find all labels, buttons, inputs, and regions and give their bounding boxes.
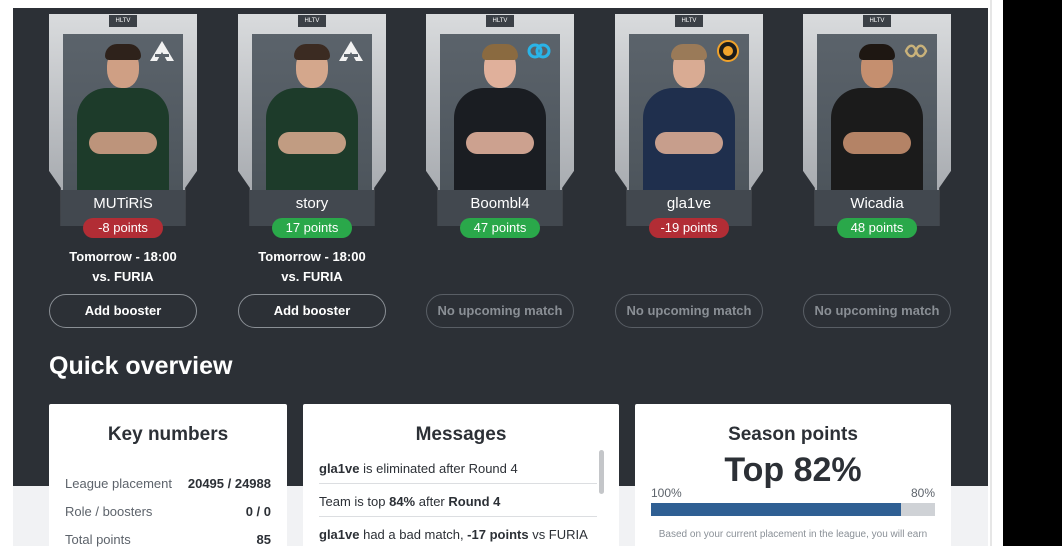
message-item: gla1ve is eliminated after Round 4 (319, 461, 599, 476)
season-points-headline: Top 82% (724, 451, 862, 489)
message-player: gla1ve (319, 527, 360, 542)
total-points-label: Total points (65, 532, 131, 547)
points-badge: -8 points (83, 218, 163, 238)
hltv-badge: HLTV (486, 15, 514, 27)
hltv-badge: HLTV (298, 15, 326, 27)
player-photo (629, 34, 749, 190)
messages-title: Messages (415, 424, 507, 445)
player-photo (252, 34, 372, 190)
message-round: Round 4 (448, 494, 501, 509)
messages-scrollbar[interactable] (599, 450, 604, 494)
points-badge: 48 points (837, 218, 917, 238)
league-placement-label: League placement (65, 476, 172, 491)
key-numbers-panel: Key numbers League placement 20495 / 249… (49, 404, 287, 554)
league-placement-row: League placement 20495 / 24988 (65, 476, 271, 496)
season-progress-bar (651, 503, 935, 516)
message-text: Team is top (319, 494, 390, 509)
add-booster-button[interactable]: Add booster (238, 294, 386, 328)
player-figure (825, 40, 929, 190)
add-booster-button[interactable]: Add booster (49, 294, 197, 328)
total-points-row: Total points 85 (65, 532, 271, 552)
window-edge (1003, 0, 1062, 546)
hltv-badge: HLTV (109, 15, 137, 27)
next-match-info: Tomorrow - 18:00 vs. FURIA (69, 249, 177, 284)
points-badge: 47 points (460, 218, 540, 238)
hltv-badge: HLTV (863, 15, 891, 27)
total-points-value: 85 (256, 532, 271, 547)
no-upcoming-match-button[interactable]: No upcoming match (803, 294, 951, 328)
player-name: story (295, 195, 329, 212)
message-percent: 84% (389, 494, 416, 509)
message-divider (319, 516, 597, 517)
no-upcoming-match-button[interactable]: No upcoming match (615, 294, 763, 328)
progress-right-label: 80% (910, 486, 935, 500)
player-figure (71, 40, 175, 190)
messages-panel: Messages gla1ve is eliminated after Roun… (303, 404, 619, 554)
season-points-panel: Season points Top 82% 100% 80% Based on … (635, 404, 951, 554)
page-border (990, 0, 992, 546)
player-figure (260, 40, 364, 190)
player-photo (440, 34, 560, 190)
league-placement-value: 20495 / 24988 (187, 476, 271, 491)
season-progress-fill (651, 503, 901, 516)
message-text: had a bad match, (359, 527, 468, 542)
message-points: -17 points (467, 527, 529, 542)
message-text: after (415, 494, 449, 509)
key-numbers-title: Key numbers (107, 424, 229, 445)
player-figure (448, 40, 552, 190)
next-match-info: Tomorrow - 18:00 vs. FURIA (258, 249, 366, 284)
points-badge: -19 points (649, 218, 729, 238)
message-item: Team is top 84% after Round 4 (319, 494, 599, 509)
player-photo (817, 34, 937, 190)
no-upcoming-match-button[interactable]: No upcoming match (426, 294, 574, 328)
player-figure (637, 40, 741, 190)
hltv-badge: HLTV (675, 15, 703, 27)
message-text: vs FURIA (528, 527, 588, 542)
player-name: Wicadia (850, 195, 904, 212)
points-badge: 17 points (272, 218, 352, 238)
message-text: is eliminated after Round 4 (359, 461, 518, 476)
season-points-note: Based on your current placement in the l… (658, 529, 928, 540)
message-divider (319, 483, 597, 484)
season-points-title: Season points (728, 424, 858, 445)
role-boosters-row: Role / boosters 0 / 0 (65, 504, 271, 524)
progress-left-label: 100% (651, 486, 682, 500)
role-boosters-value: 0 / 0 (245, 504, 271, 519)
message-player: gla1ve (319, 461, 360, 476)
role-boosters-label: Role / boosters (65, 504, 153, 519)
player-name: MUTiRiS (93, 195, 153, 212)
message-item: gla1ve had a bad match, -17 points vs FU… (319, 527, 599, 542)
quick-overview-title: Quick overview (49, 352, 233, 380)
player-name: gla1ve (666, 195, 712, 212)
player-name: Boombl4 (470, 195, 530, 212)
player-photo (63, 34, 183, 190)
